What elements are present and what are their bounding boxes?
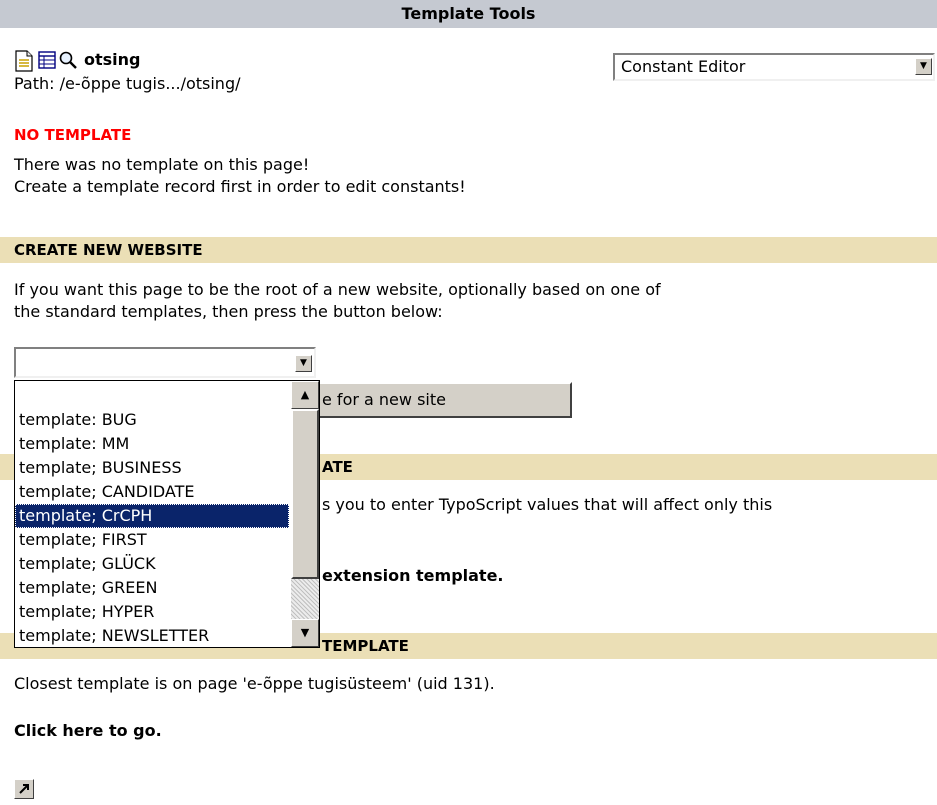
create-website-line2: the standard templates, then press the b… <box>14 302 443 321</box>
page-path: Path: /e-õppe tugis.../otsing/ <box>14 74 241 93</box>
list-item[interactable]: template; NEWSLETTER <box>15 624 289 648</box>
list-item-selected[interactable]: template; CrCPH <box>15 504 289 528</box>
list-item[interactable]: template; FIRST <box>15 528 289 552</box>
list-view-icon[interactable] <box>38 51 56 69</box>
closest-template-text: Closest template is on page 'e-õppe tugi… <box>14 674 495 693</box>
dropdown-scrollbar[interactable]: ▲ ▼ <box>291 381 319 647</box>
chevron-down-icon[interactable]: ▼ <box>295 355 312 372</box>
list-item[interactable]: template; BUSINESS <box>15 456 289 480</box>
title-bar: Template Tools <box>0 0 937 28</box>
list-item[interactable]: template; GREEN <box>15 576 289 600</box>
function-menu-select[interactable]: Constant Editor ▼ <box>613 53 935 81</box>
list-item[interactable]: template; GLÜCK <box>15 552 289 576</box>
create-template-button-label: e for a new site <box>322 390 446 409</box>
template-options: template: BUG template: MM template; BUS… <box>15 408 289 648</box>
page-title: otsing <box>84 50 141 69</box>
closest-template-heading: TEMPLATE <box>322 637 409 655</box>
create-website-line1: If you want this page to be the root of … <box>14 280 661 299</box>
no-template-heading: NO TEMPLATE <box>14 126 132 144</box>
title-text: Template Tools <box>401 4 536 23</box>
function-menu-value: Constant Editor <box>621 57 746 76</box>
list-item[interactable]: template; CANDIDATE <box>15 480 289 504</box>
template-select[interactable]: ▼ <box>14 347 316 378</box>
extension-template-heading: ATE <box>322 458 353 476</box>
scrollbar-thumb[interactable] <box>291 409 319 579</box>
list-item[interactable]: template: BUG <box>15 408 289 432</box>
create-extension-template-link[interactable]: extension template. <box>322 565 504 587</box>
chevron-down-icon[interactable]: ▼ <box>915 58 932 75</box>
no-template-line2: Create a template record first in order … <box>14 177 466 196</box>
scroll-up-icon[interactable]: ▲ <box>291 381 319 409</box>
list-item[interactable]: template; HYPER <box>15 600 289 624</box>
go-to-closest-link[interactable]: Click here to go. <box>14 720 162 742</box>
list-item[interactable]: template: MM <box>15 432 289 456</box>
no-template-line1: There was no template on this page! <box>14 155 310 174</box>
page-icon[interactable] <box>14 50 34 72</box>
create-website-header: CREATE NEW WEBSITE <box>0 237 937 263</box>
scrollbar-track[interactable] <box>291 579 319 619</box>
create-template-button[interactable]: e for a new site <box>300 382 572 418</box>
scroll-down-icon[interactable]: ▼ <box>291 619 319 647</box>
create-website-heading: CREATE NEW WEBSITE <box>14 241 203 259</box>
open-new-window-icon[interactable] <box>14 779 34 799</box>
template-dropdown-list[interactable]: template: BUG template: MM template; BUS… <box>14 380 320 648</box>
extension-template-text: s you to enter TypoScript values that wi… <box>322 495 773 514</box>
search-icon[interactable] <box>58 50 78 70</box>
